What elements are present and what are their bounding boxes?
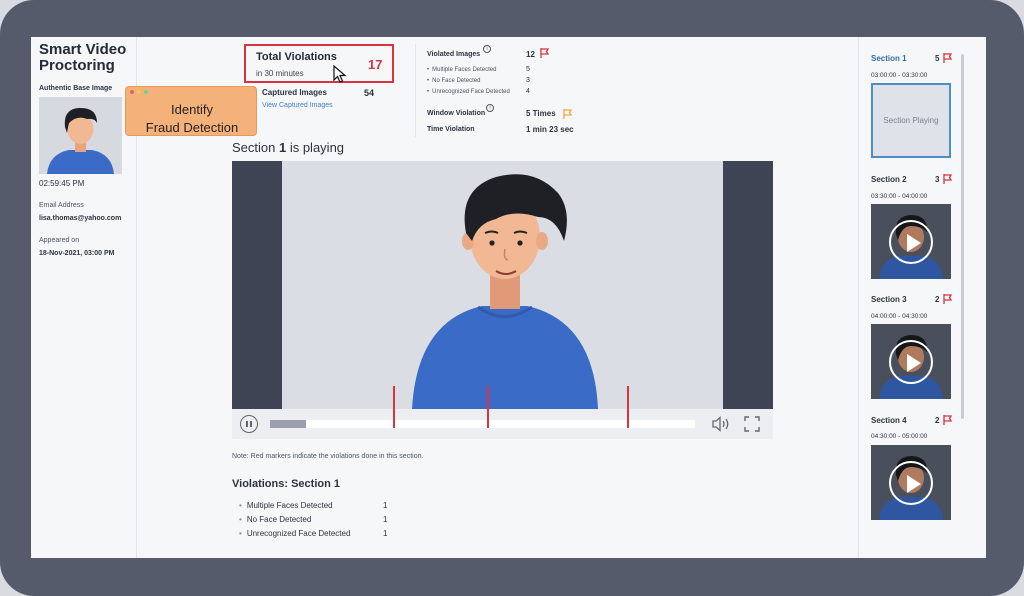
video-player[interactable] — [232, 161, 773, 409]
section-playing-label: Section Playing — [883, 116, 939, 125]
sidebar-scrollbar[interactable] — [961, 54, 964, 419]
captured-images-count: 54 — [364, 88, 375, 98]
email-value: lisa.thomas@yahoo.com — [39, 215, 122, 222]
base-image-label: Authentic Base Image — [39, 85, 113, 92]
violation-item-value: 1 — [383, 515, 388, 524]
candidate-panel: Smart Video Proctoring Authentic Base Im… — [31, 37, 137, 558]
violation-marker[interactable] — [627, 386, 629, 428]
callout-text: Identify Fraud Detection — [126, 101, 258, 137]
section-4-range: 04:30:00 - 05:00:00 — [871, 433, 928, 440]
appeared-label: Appeared on — [39, 237, 80, 244]
section-2-thumbnail[interactable] — [871, 204, 951, 279]
heading-prefix: Section — [232, 140, 279, 155]
time-violation-value: 1 min 23 sec — [526, 125, 574, 134]
cursor-icon — [333, 65, 347, 83]
heading-suffix: is playing — [286, 140, 345, 155]
violated-subitem-label: No Face Detected — [427, 78, 480, 84]
section-3-count: 2 — [935, 295, 940, 304]
violations-section-title: Violations: Section 1 — [232, 478, 340, 490]
window-violation-value: 5 Times — [526, 109, 556, 118]
violation-item-value: 1 — [383, 529, 388, 538]
violated-images-label: Violated Images — [427, 51, 481, 58]
stats-divider — [415, 44, 416, 137]
section-1-title[interactable]: Section 1 — [871, 54, 907, 63]
flag-icon — [943, 53, 953, 63]
violated-subitem-label: Multiple Faces Detected — [427, 67, 496, 73]
info-icon[interactable]: i — [483, 45, 491, 53]
violation-note: Note: Red markers indicate the violation… — [232, 453, 424, 460]
callout-line-1: Identify — [171, 102, 213, 117]
email-label: Email Address — [39, 202, 84, 209]
screen: Smart Video Proctoring Authentic Base Im… — [31, 37, 986, 558]
fraud-detection-callout: Identify Fraud Detection — [125, 86, 257, 136]
progress-fill — [270, 420, 307, 428]
section-2-range: 03:30:00 - 04:00:00 — [871, 193, 928, 200]
video-letterbox-right — [723, 161, 773, 409]
total-violations-subtitle: in 30 minutes — [256, 69, 304, 78]
flag-icon — [943, 415, 953, 425]
section-4-title[interactable]: Section 4 — [871, 416, 907, 425]
violated-subitem-value: 5 — [526, 66, 530, 73]
app-title: Smart Video Proctoring — [39, 41, 127, 74]
section-4-thumbnail[interactable] — [871, 445, 951, 520]
play-icon[interactable] — [889, 461, 933, 505]
section-3-thumbnail[interactable] — [871, 324, 951, 399]
flag-icon — [563, 109, 573, 119]
section-3-title[interactable]: Section 3 — [871, 295, 907, 304]
section-2-count: 3 — [935, 175, 940, 184]
pause-icon[interactable] — [240, 415, 258, 433]
total-violations-title: Total Violations — [256, 51, 337, 63]
violation-item-label: No Face Detected — [239, 515, 311, 524]
total-violations-card[interactable]: Total Violations in 30 minutes 17 — [244, 44, 394, 83]
window-dots — [130, 90, 148, 94]
candidate-video-frame — [282, 161, 723, 409]
violation-marker[interactable] — [486, 386, 489, 428]
info-icon[interactable]: i — [486, 104, 494, 112]
video-letterbox-left — [232, 161, 282, 409]
capture-time: 02:59:45 PM — [39, 179, 85, 188]
now-playing-heading: Section 1 is playing — [232, 140, 344, 155]
section-4-count: 2 — [935, 416, 940, 425]
player-controls — [232, 386, 773, 439]
view-captured-images-link[interactable]: View Captured Images — [262, 102, 333, 109]
progress-track[interactable] — [270, 386, 695, 428]
callout-line-2: Fraud Detection — [145, 120, 239, 135]
violation-marker[interactable] — [393, 386, 396, 428]
section-1-thumbnail[interactable]: Section Playing — [871, 83, 951, 158]
play-icon[interactable] — [889, 340, 933, 384]
violation-item-label: Unrecognized Face Detected — [239, 529, 351, 538]
total-violations-count: 17 — [368, 57, 383, 72]
volume-icon[interactable] — [711, 416, 731, 432]
violated-subitem-label: Unrecognized Face Detected — [427, 89, 510, 95]
appeared-value: 18-Nov-2021, 03:00 PM — [39, 250, 115, 257]
violated-subitem-value: 3 — [526, 77, 530, 84]
section-3-range: 04:00:00 - 04:30:00 — [871, 313, 928, 320]
captured-images-label: Captured Images — [262, 88, 327, 97]
flag-icon — [943, 294, 953, 304]
violation-item-label: Multiple Faces Detected — [239, 501, 333, 510]
base-image[interactable] — [39, 97, 122, 174]
section-1-range: 03:00:00 - 03:30:00 — [871, 72, 928, 79]
flag-icon — [540, 48, 550, 58]
flag-icon — [943, 174, 953, 184]
device-frame: Smart Video Proctoring Authentic Base Im… — [0, 0, 1024, 596]
fullscreen-icon[interactable] — [744, 416, 760, 432]
violated-images-count: 12 — [526, 50, 535, 59]
window-violation-label: Window Violation — [427, 110, 486, 117]
play-icon[interactable] — [889, 220, 933, 264]
section-1-count: 5 — [935, 54, 940, 63]
violation-item-value: 1 — [383, 501, 388, 510]
sections-sidebar: Section 1 5 03:00:00 - 03:30:00 Section … — [858, 37, 986, 558]
section-2-title[interactable]: Section 2 — [871, 175, 907, 184]
time-violation-label: Time Violation — [427, 126, 475, 133]
violated-subitem-value: 4 — [526, 88, 530, 95]
